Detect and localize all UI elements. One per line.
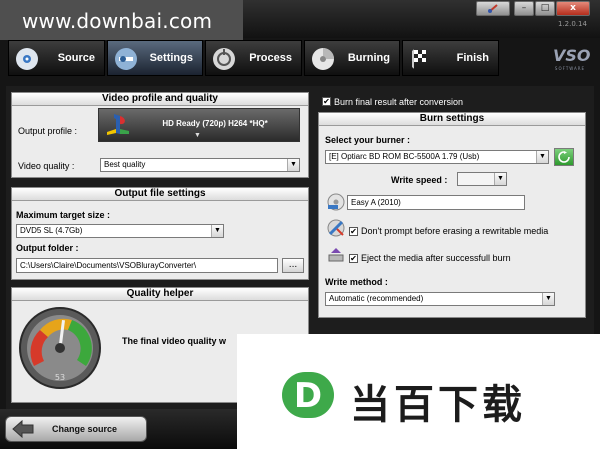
tab-label: Source bbox=[57, 52, 95, 64]
disc-icon bbox=[16, 48, 38, 70]
maximize-button[interactable]: □ bbox=[535, 1, 555, 16]
title-bar: www.downbai.com – □ x 1.2.0.14 bbox=[0, 0, 600, 40]
video-profile-panel: Video profile and quality Output profile… bbox=[11, 92, 309, 178]
video-quality-value: Best quality bbox=[104, 160, 146, 169]
disc-label-input[interactable]: Easy A (2010) bbox=[347, 195, 525, 210]
tab-settings[interactable]: Settings bbox=[107, 40, 203, 76]
brand-overlay: D 当百下载 bbox=[237, 334, 600, 449]
site-watermark: www.downbai.com bbox=[0, 0, 243, 40]
brand-logo-icon: D bbox=[282, 372, 334, 418]
arrow-left-icon bbox=[12, 420, 34, 438]
tab-label: Settings bbox=[149, 52, 193, 64]
output-folder-label: Output folder : bbox=[16, 243, 79, 253]
tab-label: Process bbox=[249, 52, 292, 64]
tab-burning[interactable]: Burning bbox=[304, 40, 400, 76]
output-profile-button[interactable]: HD Ready (720p) H264 *HQ* ▼ bbox=[98, 108, 300, 142]
quality-gauge: 53 bbox=[19, 307, 101, 389]
panel-title: Burn settings bbox=[319, 113, 585, 126]
select-burner-label: Select your burner : bbox=[325, 135, 411, 145]
checkered-flag-icon bbox=[412, 49, 426, 69]
write-method-label: Write method : bbox=[325, 277, 388, 287]
process-icon bbox=[213, 48, 235, 70]
output-file-panel: Output file settings Maximum target size… bbox=[11, 187, 309, 280]
output-profile-value: HD Ready (720p) H264 *HQ* bbox=[162, 119, 268, 128]
change-source-button[interactable]: Change source bbox=[5, 416, 147, 442]
chevron-down-icon: ▼ bbox=[494, 173, 506, 185]
help-button[interactable] bbox=[476, 1, 510, 16]
brand-logo-letter: D bbox=[294, 376, 322, 416]
minimize-button[interactable]: – bbox=[514, 1, 534, 16]
max-target-size-value: DVD5 SL (4.7Gb) bbox=[20, 226, 83, 235]
playstation-logo-icon bbox=[107, 114, 129, 135]
eject-media-checkbox[interactable]: ✔ bbox=[349, 254, 358, 263]
write-speed-label: Write speed : bbox=[391, 175, 448, 185]
write-method-select[interactable]: Automatic (recommended) ▼ bbox=[325, 292, 555, 306]
burn-settings-panel: Burn settings Select your burner : [E] O… bbox=[318, 112, 586, 318]
tab-label: Burning bbox=[347, 52, 390, 64]
burner-select[interactable]: [E] Optiarc BD ROM BC-5500A 1.79 (Usb) ▼ bbox=[325, 150, 549, 164]
browse-folder-button[interactable]: ... bbox=[282, 258, 304, 273]
tab-source[interactable]: Source bbox=[8, 40, 105, 76]
version-label: 1.2.0.14 bbox=[558, 20, 587, 28]
tab-process[interactable]: Process bbox=[205, 40, 302, 76]
chevron-down-icon: ▼ bbox=[536, 151, 548, 163]
eject-media-label: Eject the media after successfull burn bbox=[361, 253, 511, 263]
panel-title: Output file settings bbox=[12, 188, 308, 201]
burn-final-label: Burn final result after conversion bbox=[334, 97, 464, 107]
max-target-size-label: Maximum target size : bbox=[16, 210, 111, 220]
panel-title: Quality helper bbox=[12, 288, 308, 301]
chevron-down-icon: ▼ bbox=[287, 159, 299, 171]
write-method-value: Automatic (recommended) bbox=[329, 294, 424, 303]
quality-helper-message: The final video quality w bbox=[122, 336, 227, 346]
output-profile-label: Output profile : bbox=[18, 126, 78, 136]
app-window: www.downbai.com – □ x 1.2.0.14 VSO SOFTW… bbox=[0, 0, 600, 449]
max-target-size-select[interactable]: DVD5 SL (4.7Gb) ▼ bbox=[16, 224, 224, 238]
gauge-value: 53 bbox=[55, 373, 65, 382]
dont-prompt-label: Don't prompt before erasing a rewritable… bbox=[361, 226, 549, 236]
vso-logo-subtitle: SOFTWARE bbox=[554, 66, 586, 71]
video-quality-select[interactable]: Best quality ▼ bbox=[100, 158, 300, 172]
settings-icon bbox=[115, 48, 137, 70]
output-folder-input[interactable]: C:\Users\Claire\Documents\VSOBlurayConve… bbox=[16, 258, 278, 273]
tab-finish[interactable]: Finish bbox=[402, 40, 499, 76]
burn-final-checkbox[interactable]: ✔ bbox=[322, 97, 331, 106]
write-speed-select[interactable]: ▼ bbox=[457, 172, 507, 186]
change-source-label: Change source bbox=[52, 424, 118, 434]
refresh-burners-button[interactable] bbox=[554, 148, 574, 166]
close-button[interactable]: x bbox=[556, 1, 590, 16]
erase-media-icon bbox=[327, 219, 345, 237]
eject-media-icon bbox=[328, 248, 344, 262]
refresh-icon bbox=[558, 151, 570, 163]
tab-label: Finish bbox=[456, 52, 489, 64]
burner-value: [E] Optiarc BD ROM BC-5500A 1.79 (Usb) bbox=[329, 152, 480, 161]
video-quality-label: Video quality : bbox=[18, 161, 75, 171]
chevron-down-icon: ▼ bbox=[542, 293, 554, 305]
dropdown-arrow-icon: ▼ bbox=[194, 132, 201, 139]
disc-label-icon bbox=[327, 193, 345, 211]
dont-prompt-checkbox[interactable]: ✔ bbox=[349, 227, 358, 236]
chevron-down-icon: ▼ bbox=[211, 225, 223, 237]
burning-icon bbox=[312, 48, 334, 70]
brand-overlay-text: 当百下载 bbox=[350, 382, 526, 428]
help-icon bbox=[488, 4, 498, 13]
panel-title: Video profile and quality bbox=[12, 93, 308, 106]
